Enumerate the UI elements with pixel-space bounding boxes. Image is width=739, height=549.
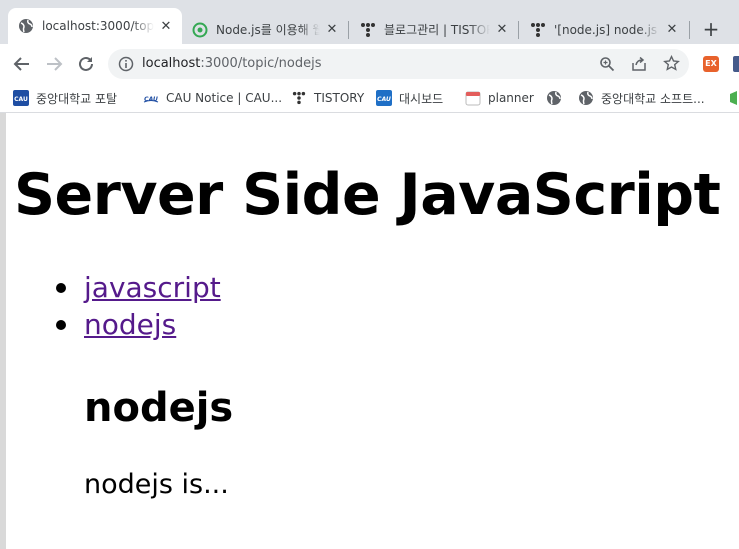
bookmark-cau-portal[interactable]: CAU 중앙대학교 포탈 <box>13 88 117 108</box>
calendar-icon <box>465 90 481 106</box>
topic-link-nodejs[interactable]: nodejs <box>84 308 176 341</box>
reload-button[interactable] <box>74 52 98 76</box>
url-host: localhost <box>142 56 201 71</box>
svg-text:CAU: CAU <box>377 96 391 103</box>
bookmark-label: TISTORY <box>314 91 365 105</box>
page-content: Server Side JavaScript javascript nodejs… <box>0 113 739 549</box>
url-path: :3000/topic/nodejs <box>200 56 322 71</box>
topic-description: nodejs is... <box>84 469 229 500</box>
tab-separator <box>689 21 690 39</box>
tab-title: '[node.js] node.js 웹 <box>554 23 660 37</box>
tab-tistory-post[interactable]: '[node.js] node.js 웹 ✕ <box>520 15 688 44</box>
tistory-icon <box>360 22 376 38</box>
extension-icon-2[interactable] <box>733 56 739 72</box>
bookmark-label: 중앙대학교 소프트... <box>601 91 705 106</box>
reload-icon <box>79 56 93 71</box>
extension-label: EX <box>705 59 717 68</box>
bookmark-cau-notice[interactable]: CAU CAU Notice | CAU... <box>143 88 282 108</box>
bookmarks-bar: CAU 중앙대학교 포탈 CAU CAU Notice | CAU... TIS… <box>0 84 739 113</box>
topic-title: nodejs <box>84 385 234 431</box>
bookmark-tistory[interactable]: TISTORY <box>291 88 364 108</box>
nodejs-icon <box>192 22 208 38</box>
extension-icon[interactable]: EX <box>703 56 719 72</box>
address-bar[interactable]: localhost:3000/topic/nodejs <box>108 49 689 79</box>
close-icon[interactable]: ✕ <box>664 22 680 38</box>
arrow-left-icon <box>13 57 29 71</box>
forward-button[interactable] <box>42 52 66 76</box>
globe-icon <box>18 18 34 34</box>
bookmark-dashboard[interactable]: CAU 대시보드 <box>376 88 443 108</box>
svg-text:CAU: CAU <box>144 96 158 103</box>
close-icon[interactable]: ✕ <box>158 18 174 34</box>
cau-notice-icon: CAU <box>143 90 159 106</box>
page-title: Server Side JavaScript <box>14 162 721 228</box>
bookmark-label: 대시보드 <box>399 91 444 106</box>
tistory-icon <box>530 22 546 38</box>
cau-icon: CAU <box>376 90 392 106</box>
tab-separator <box>348 21 349 39</box>
back-button[interactable] <box>10 52 34 76</box>
cau-icon: CAU <box>13 90 29 106</box>
zoom-icon[interactable] <box>599 56 615 76</box>
url-text[interactable]: localhost:3000/topic/nodejs <box>142 56 321 71</box>
share-icon[interactable] <box>631 56 647 76</box>
tab-nodejs-article[interactable]: Node.js를 이용해 웹 ✕ <box>182 15 348 44</box>
tab-title: localhost:3000/topic/nodejs <box>42 19 154 33</box>
bullet-icon <box>56 320 66 330</box>
tab-strip: localhost:3000/topic/nodejs ✕ Node.js를 이… <box>0 0 739 44</box>
bookmark-label: CAU Notice | CAU... <box>166 91 283 105</box>
topic-link-javascript[interactable]: javascript <box>84 271 221 304</box>
globe-icon <box>578 90 594 106</box>
bookmark-cau-software[interactable]: 중앙대학교 소프트... <box>578 88 705 108</box>
bullet-icon <box>56 283 66 293</box>
info-icon[interactable] <box>118 56 134 76</box>
bookmark-planner[interactable]: planner <box>465 88 534 108</box>
tab-separator <box>518 21 519 39</box>
cube-icon[interactable] <box>729 90 739 106</box>
close-icon[interactable]: ✕ <box>324 22 340 38</box>
tab-title: 블로그관리 | TISTORY <box>384 23 490 37</box>
tab-tistory-admin[interactable]: 블로그관리 | TISTORY ✕ <box>350 15 518 44</box>
close-icon[interactable]: ✕ <box>494 22 510 38</box>
bookmark-globe[interactable] <box>546 88 569 108</box>
arrow-right-icon <box>47 57 63 71</box>
globe-icon <box>546 90 562 106</box>
bookmark-label: 중앙대학교 포탈 <box>36 91 118 106</box>
list-item: nodejs <box>50 306 221 343</box>
browser-toolbar: localhost:3000/topic/nodejs EX <box>0 44 739 84</box>
tab-localhost[interactable]: localhost:3000/topic/nodejs ✕ <box>8 8 182 44</box>
svg-text:CAU: CAU <box>14 96 28 103</box>
tab-title: Node.js를 이용해 웹 <box>216 23 320 37</box>
new-tab-button[interactable]: + <box>700 18 722 40</box>
star-icon[interactable] <box>663 54 680 76</box>
topic-list: javascript nodejs <box>50 269 221 343</box>
list-item: javascript <box>50 269 221 306</box>
bookmark-label: planner <box>488 91 534 105</box>
tistory-icon <box>291 90 307 106</box>
